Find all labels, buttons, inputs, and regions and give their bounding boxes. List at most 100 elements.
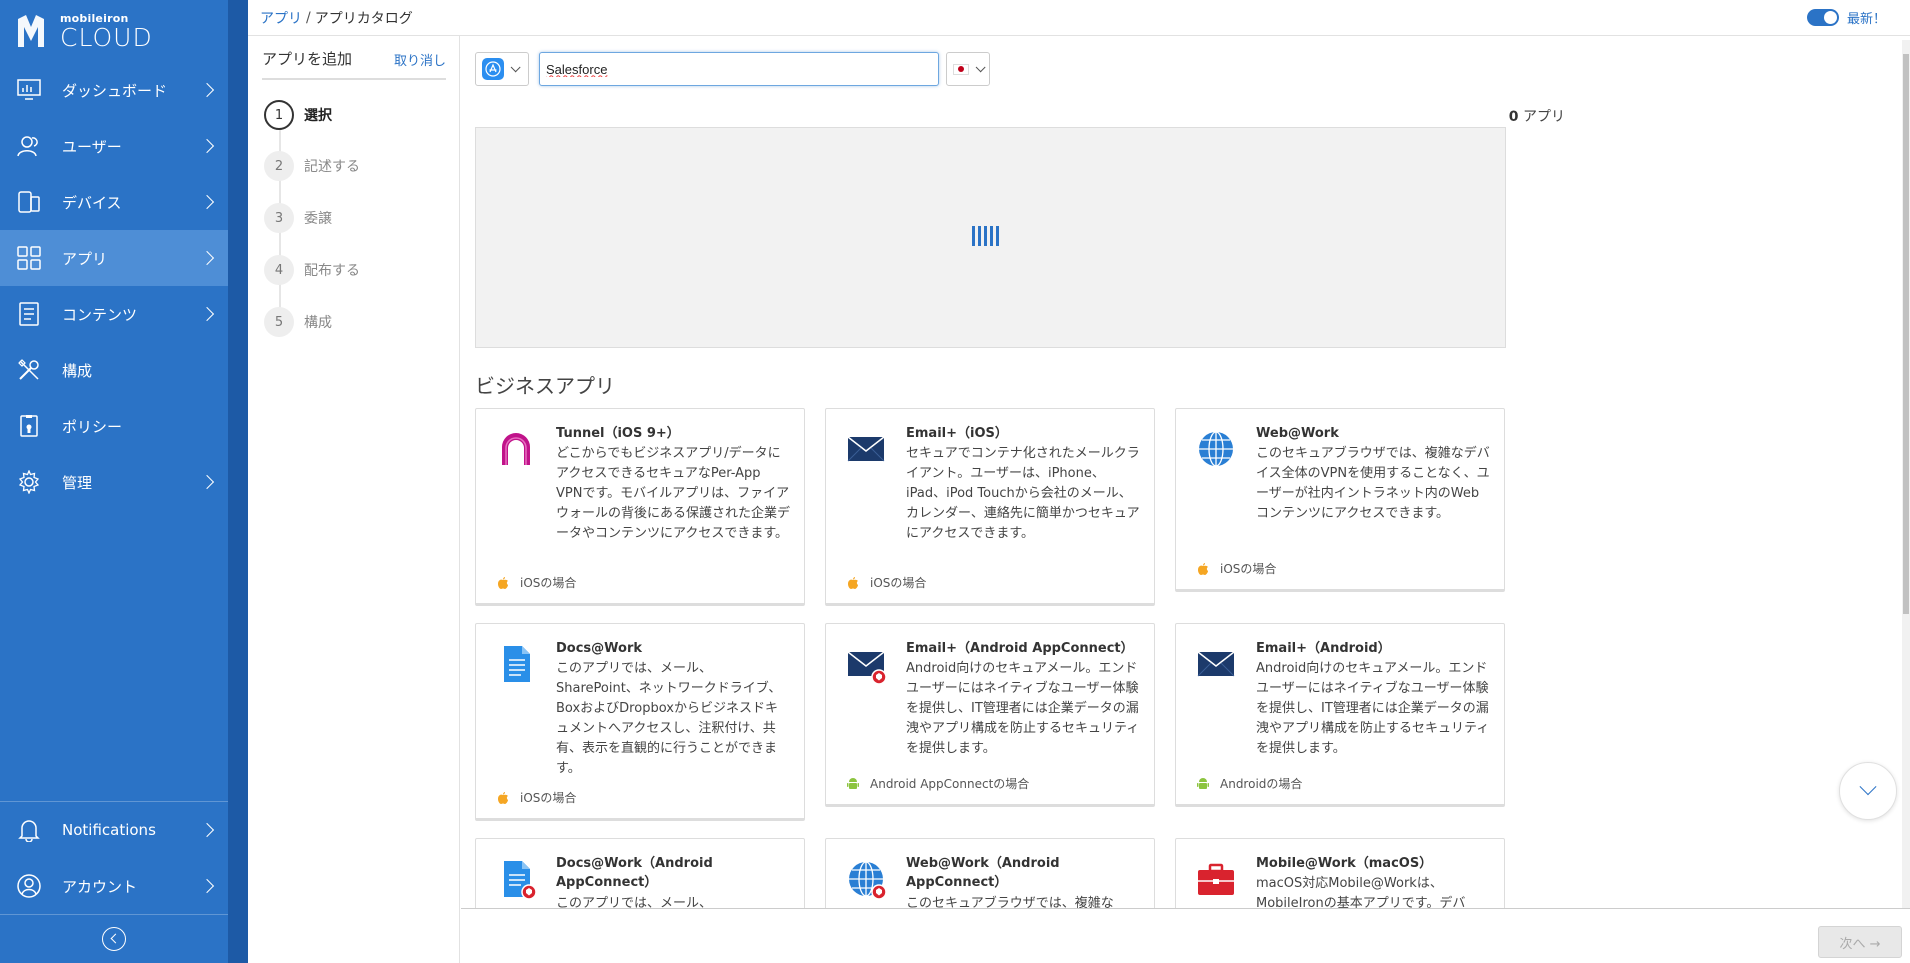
card-title: Mobile@Work（macOS）: [1256, 856, 1433, 871]
card-description: セキュアでコンテナ化されたメールクライアント。ユーザーは、iPhone、iPad…: [906, 446, 1140, 541]
loading-spinner-icon: [972, 226, 999, 246]
sidebar-item-admin[interactable]: 管理: [0, 454, 228, 510]
mobileiron-logo[interactable]: mobileiron CLOUD: [16, 10, 153, 52]
sidebar-item-configuration[interactable]: 構成: [0, 342, 228, 398]
app-search-input[interactable]: [539, 52, 939, 86]
sidebar-item-account[interactable]: アカウント: [0, 858, 228, 914]
card-title: Docs@Work: [556, 641, 643, 656]
breadcrumb-apps-link[interactable]: アプリ: [260, 8, 302, 28]
document-appconnect-icon: [504, 861, 536, 899]
app-card-web-work-android-appconnect[interactable]: Web@Work（Android AppConnect） このセキュアブラウザで…: [825, 838, 1155, 908]
sidebar-edge: [228, 0, 248, 963]
sidebar-item-devices[interactable]: デバイス: [0, 174, 228, 230]
main-content: 0 アプリ ビジネスアプリ Tunnel（iOS 9+） どこからでもビジネスア…: [461, 36, 1901, 908]
step-label: 構成: [304, 315, 332, 331]
chevron-right-icon: [199, 82, 215, 98]
main-scrollbar[interactable]: [1902, 40, 1910, 908]
latest-toggle-group: 最新！: [1806, 8, 1886, 27]
card-title: Web@Work: [1256, 426, 1339, 441]
card-title: Web@Work（Android AppConnect）: [906, 856, 1060, 890]
app-card-email-android-appconnect[interactable]: Email+（Android AppConnect） Android向けのセキュ…: [825, 623, 1155, 807]
latest-toggle[interactable]: [1806, 9, 1839, 26]
step-number: 5: [264, 307, 294, 337]
apple-icon: [848, 576, 858, 589]
card-description: どこからでもビジネスアプリ/データにアクセスできるセキュアなPer-App VP…: [556, 446, 791, 541]
document-icon: [504, 646, 530, 682]
step-label: 配布する: [304, 263, 360, 279]
chevron-down-icon: [975, 61, 986, 72]
card-description: このセキュアブラウザでは、複雑な: [906, 896, 1114, 908]
chevron-right-icon: [199, 878, 215, 894]
card-description: このアプリでは、メール、: [556, 896, 713, 908]
sidebar-item-dashboard[interactable]: ダッシュボード: [0, 62, 228, 118]
top-header: アプリ / アプリカタログ 最新！: [248, 0, 1910, 36]
result-count: 0 アプリ: [1417, 106, 1565, 126]
scrollbar-thumb[interactable]: [1903, 54, 1909, 614]
result-count-number: 0: [1508, 109, 1519, 125]
scroll-down-button[interactable]: [1839, 762, 1897, 820]
briefcase-icon: [1198, 863, 1234, 895]
email-icon: [1197, 651, 1235, 677]
sidebar-item-users[interactable]: ユーザー: [0, 118, 228, 174]
step-configure[interactable]: 5 構成: [264, 307, 332, 337]
card-description: macOS対応Mobile@Workは、MobileIronの基本アプリです。デ…: [1256, 876, 1466, 908]
card-platform: iOSの場合: [1196, 560, 1276, 577]
chevron-right-icon: [199, 474, 215, 490]
steps-title: アプリを追加: [262, 50, 353, 68]
users-icon: [16, 133, 42, 159]
globe-icon: [1199, 431, 1233, 467]
chevron-right-icon: [199, 194, 215, 210]
step-describe[interactable]: 2 記述する: [264, 151, 360, 181]
apple-icon: [498, 576, 508, 589]
card-title: Email+（Android）: [1256, 641, 1391, 656]
sidebar-item-label: ダッシュボード: [62, 81, 168, 100]
sidebar-item-content[interactable]: コンテンツ: [0, 286, 228, 342]
mobileiron-logo-icon: [18, 15, 44, 47]
app-card-email-android[interactable]: Email+（Android） Android向けのセキュアメール。エンドユーザ…: [1175, 623, 1505, 807]
account-icon: [16, 873, 42, 899]
cancel-link[interactable]: 取り消し: [394, 50, 446, 69]
sidebar-item-apps[interactable]: アプリ: [0, 230, 228, 286]
card-title: Email+（iOS）: [906, 426, 1008, 441]
card-title: Email+（Android AppConnect）: [906, 641, 1134, 656]
app-card-mobile-work-macos[interactable]: Mobile@Work（macOS） macOS対応Mobile@Workは、M…: [1175, 838, 1505, 908]
app-card-docs-work[interactable]: Docs@Work このアプリでは、メール、SharePoint、ネットワークド…: [475, 623, 805, 821]
card-platform-label: iOSの場合: [870, 576, 927, 590]
card-description: このアプリでは、メール、SharePoint、ネットワークドライブ、Boxおよび…: [556, 661, 782, 776]
sidebar-collapse-bar: [0, 914, 228, 963]
sidebar: mobileiron CLOUD ダッシュボード ユーザー デバイス アプリ コ…: [0, 0, 228, 963]
step-select[interactable]: 1 選択: [264, 100, 332, 130]
next-button[interactable]: 次へ →: [1818, 926, 1902, 958]
breadcrumb-separator: /: [306, 9, 311, 26]
app-card-docs-work-android-appconnect[interactable]: Docs@Work（Android AppConnect） このアプリでは、メー…: [475, 838, 805, 908]
app-card-email-ios[interactable]: Email+（iOS） セキュアでコンテナ化されたメールクライアント。ユーザーは…: [825, 408, 1155, 606]
content-icon: [16, 301, 42, 327]
android-icon: [847, 777, 859, 789]
chevron-down-icon: [510, 61, 521, 72]
collapse-sidebar-icon[interactable]: [102, 927, 126, 951]
business-apps-heading: ビジネスアプリ: [475, 374, 615, 398]
wizard-footer: 次へ →: [461, 908, 1910, 963]
step-number: 2: [264, 151, 294, 181]
step-number: 1: [264, 100, 294, 130]
card-platform: iOSの場合: [846, 574, 926, 591]
admin-gear-icon: [16, 469, 42, 495]
wizard-steps-panel: アプリを追加 取り消し 1 選択 2 記述する 3 委譲 4 配布する 5 構成: [248, 36, 460, 963]
card-description: Android向けのセキュアメール。エンドユーザーにはネイティブなユーザー体験を…: [1256, 661, 1490, 756]
email-appconnect-icon: [847, 651, 886, 684]
sidebar-item-policy[interactable]: ポリシー: [0, 398, 228, 454]
step-distribute[interactable]: 4 配布する: [264, 255, 360, 285]
apple-icon: [498, 791, 508, 804]
app-store-icon: [482, 58, 504, 80]
app-card-web-work[interactable]: Web@Work このセキュアブラウザでは、複雑なデバイス全体のVPNを使用する…: [1175, 408, 1505, 592]
chevron-down-icon: [1859, 778, 1877, 796]
app-card-tunnel[interactable]: Tunnel（iOS 9+） どこからでもビジネスアプリ/データにアクセスできる…: [475, 408, 805, 606]
android-icon: [1197, 777, 1209, 789]
card-platform: iOSの場合: [496, 574, 576, 591]
app-store-select[interactable]: [475, 52, 529, 86]
main-nav: ダッシュボード ユーザー デバイス アプリ コンテンツ 構成 ポリシー 管理: [0, 62, 228, 510]
latest-toggle-label: 最新！: [1846, 12, 1886, 27]
sidebar-item-notifications[interactable]: Notifications: [0, 802, 228, 858]
country-select[interactable]: [946, 52, 990, 86]
step-delegate[interactable]: 3 委譲: [264, 203, 332, 233]
